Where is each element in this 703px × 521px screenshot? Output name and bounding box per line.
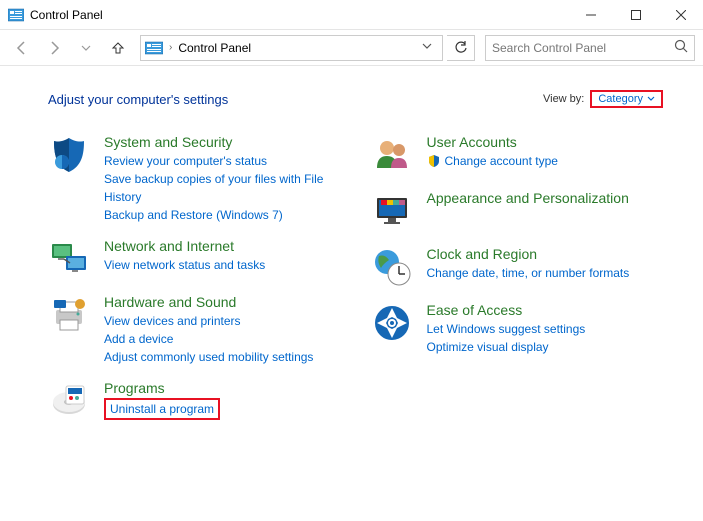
category-link[interactable]: Optimize visual display — [427, 338, 664, 356]
category-title[interactable]: Ease of Access — [427, 302, 664, 318]
chevron-down-icon — [647, 95, 655, 103]
category-title[interactable]: Programs — [104, 380, 341, 396]
category-link[interactable]: Adjust commonly used mobility settings — [104, 348, 341, 366]
search-input[interactable] — [492, 41, 674, 55]
printer-icon — [48, 294, 90, 336]
header-row: Adjust your computer's settings View by:… — [48, 90, 663, 108]
uninstall-program-link[interactable]: Uninstall a program — [110, 402, 214, 416]
category-network: Network and Internet View network status… — [48, 238, 341, 280]
clock-globe-icon — [371, 246, 413, 288]
viewby-value: Category — [598, 93, 643, 105]
network-icon — [48, 238, 90, 280]
category-user-accounts: User Accounts Change account type — [371, 134, 664, 176]
left-column: System and Security Review your computer… — [48, 134, 341, 436]
up-button[interactable] — [104, 34, 132, 62]
category-columns: System and Security Review your computer… — [48, 134, 663, 436]
forward-button[interactable] — [40, 34, 68, 62]
category-title[interactable]: Network and Internet — [104, 238, 341, 254]
category-link[interactable]: Backup and Restore (Windows 7) — [104, 206, 341, 224]
change-account-type-link[interactable]: Change account type — [427, 152, 558, 170]
category-link[interactable]: View network status and tasks — [104, 256, 341, 274]
content-area: Adjust your computer's settings View by:… — [0, 66, 703, 446]
recent-dropdown-button[interactable] — [72, 34, 100, 62]
category-link[interactable]: View devices and printers — [104, 312, 341, 330]
category-ease-of-access: Ease of Access Let Windows suggest setti… — [371, 302, 664, 356]
navbar: › Control Panel — [0, 30, 703, 66]
uac-shield-icon — [427, 154, 441, 168]
category-title[interactable]: Appearance and Personalization — [427, 190, 664, 206]
page-heading: Adjust your computer's settings — [48, 92, 543, 107]
maximize-button[interactable] — [613, 0, 658, 30]
window-title: Control Panel — [30, 8, 568, 22]
search-icon[interactable] — [674, 39, 688, 56]
close-button[interactable] — [658, 0, 703, 30]
shield-icon — [48, 134, 90, 176]
back-button[interactable] — [8, 34, 36, 62]
minimize-button[interactable] — [568, 0, 613, 30]
viewby-dropdown[interactable]: Category — [590, 90, 663, 108]
category-appearance: Appearance and Personalization — [371, 190, 664, 232]
users-icon — [371, 134, 413, 176]
chevron-right-icon: › — [169, 42, 172, 53]
address-path: Control Panel — [178, 41, 251, 55]
category-link[interactable]: Review your computer's status — [104, 152, 341, 170]
category-programs: Programs Uninstall a program — [48, 380, 341, 422]
titlebar: Control Panel — [0, 0, 703, 30]
address-dropdown-button[interactable] — [416, 41, 438, 54]
category-title[interactable]: Clock and Region — [427, 246, 664, 262]
category-link[interactable]: Let Windows suggest settings — [427, 320, 664, 338]
address-icon — [145, 41, 163, 55]
ease-of-access-icon — [371, 302, 413, 344]
right-column: User Accounts Change account type Appear… — [371, 134, 664, 436]
category-clock-region: Clock and Region Change date, time, or n… — [371, 246, 664, 288]
programs-icon — [48, 380, 90, 422]
category-link[interactable]: Change date, time, or number formats — [427, 264, 664, 282]
refresh-button[interactable] — [447, 35, 475, 61]
address-bar[interactable]: › Control Panel — [140, 35, 443, 61]
category-title[interactable]: System and Security — [104, 134, 341, 150]
category-hardware: Hardware and Sound View devices and prin… — [48, 294, 341, 366]
window-controls — [568, 0, 703, 30]
viewby-label: View by: — [543, 93, 584, 105]
category-system-security: System and Security Review your computer… — [48, 134, 341, 224]
category-link[interactable]: Add a device — [104, 330, 341, 348]
monitor-icon — [371, 190, 413, 232]
category-title[interactable]: User Accounts — [427, 134, 664, 150]
control-panel-icon — [8, 7, 24, 23]
category-link[interactable]: Save backup copies of your files with Fi… — [104, 170, 341, 206]
category-title[interactable]: Hardware and Sound — [104, 294, 341, 310]
search-box[interactable] — [485, 35, 695, 61]
